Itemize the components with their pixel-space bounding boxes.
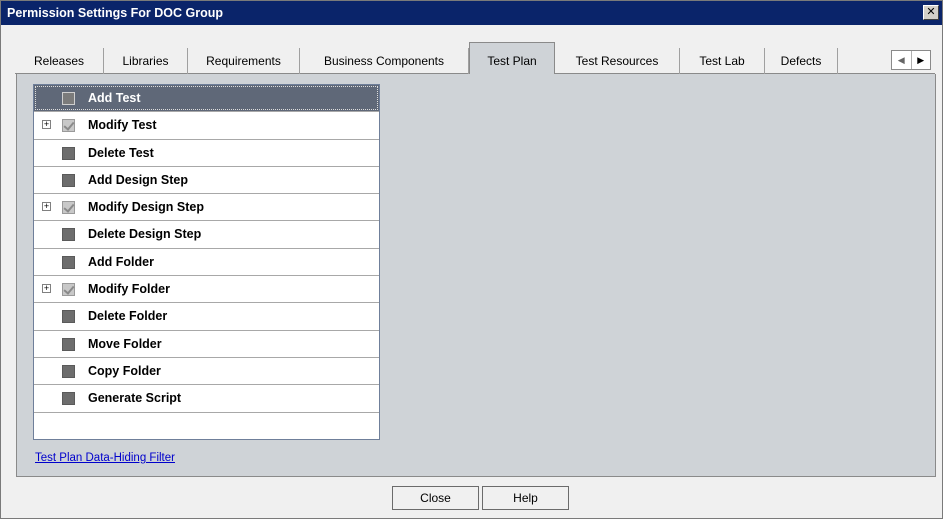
close-icon[interactable]: ✕ [923,5,939,20]
permission-checkbox[interactable] [62,310,75,324]
permission-label: Modify Test [88,118,157,133]
tab-business-components[interactable]: Business Components [300,48,469,74]
expand-icon[interactable]: + [42,284,51,294]
permission-checkbox[interactable] [62,119,75,133]
permission-label: Delete Folder [88,309,168,324]
dialog-title: Permission Settings For DOC Group [7,6,223,20]
expand-icon[interactable]: + [42,120,51,130]
permission-label: Add Design Step [88,172,189,187]
permission-label: Delete Test [88,145,154,160]
permission-label: Copy Folder [88,363,161,378]
scroll-left-icon[interactable]: ◀ [892,51,911,69]
tab-test-resources[interactable]: Test Resources [555,48,680,74]
permission-checkbox[interactable] [62,201,75,215]
tab-test-lab[interactable]: Test Lab [680,48,765,74]
expand-icon[interactable]: + [42,202,51,212]
close-button[interactable]: Close [392,486,479,510]
permission-checkbox[interactable] [62,337,75,351]
test-plan-panel: Add Test + Modify Test Delete Test Add D… [16,74,936,477]
permission-row[interactable]: + Modify Test [34,112,379,140]
tab-scroll-buttons: ◀ ▶ [891,50,931,70]
tab-requirements[interactable]: Requirements [188,48,300,74]
tab-libraries[interactable]: Libraries [104,48,188,74]
permission-checkbox[interactable] [62,255,75,269]
permission-row[interactable]: Move Folder [34,331,379,358]
permission-row[interactable]: Delete Design Step [34,221,379,249]
permission-row[interactable]: + Modify Folder [34,276,379,304]
tab-test-plan[interactable]: Test Plan [469,42,555,75]
help-button[interactable]: Help [482,486,569,510]
permission-label: Modify Folder [88,282,170,297]
permission-checkbox[interactable] [62,173,75,187]
tab-bar: Releases Libraries Requirements Business… [15,42,935,75]
permission-checkbox[interactable] [62,228,75,242]
permission-settings-dialog: Permission Settings For DOC Group ✕ Rele… [0,0,943,519]
permission-checkbox[interactable] [62,392,75,406]
permission-list: Add Test + Modify Test Delete Test Add D… [33,84,380,440]
permission-label: Modify Design Step [88,200,204,215]
permission-label: Add Test [88,91,141,105]
scroll-right-icon[interactable]: ▶ [910,51,931,69]
title-bar[interactable]: Permission Settings For DOC Group ✕ [1,1,942,25]
permission-row[interactable]: Add Folder [34,249,379,277]
permission-checkbox[interactable] [62,146,75,160]
tab-defects[interactable]: Defects [765,48,838,74]
permission-row[interactable]: Add Test [34,85,379,113]
permission-label: Add Folder [88,254,154,269]
permission-label: Delete Design Step [88,227,202,242]
permission-row[interactable]: Generate Script [34,385,379,413]
permission-row[interactable]: Delete Test [34,140,379,167]
data-hiding-filter-link[interactable]: Test Plan Data-Hiding Filter [35,452,175,464]
tab-releases[interactable]: Releases [15,48,104,74]
permission-row[interactable]: Add Design Step [34,167,379,195]
permission-checkbox[interactable] [62,92,75,105]
permission-label: Generate Script [88,391,182,406]
permission-row[interactable]: Delete Folder [34,303,379,331]
permission-row[interactable]: + Modify Design Step [34,194,379,222]
permission-checkbox[interactable] [62,283,75,297]
permission-label: Move Folder [88,336,162,351]
permission-row[interactable]: Copy Folder [34,358,379,386]
permission-checkbox[interactable] [62,364,75,378]
